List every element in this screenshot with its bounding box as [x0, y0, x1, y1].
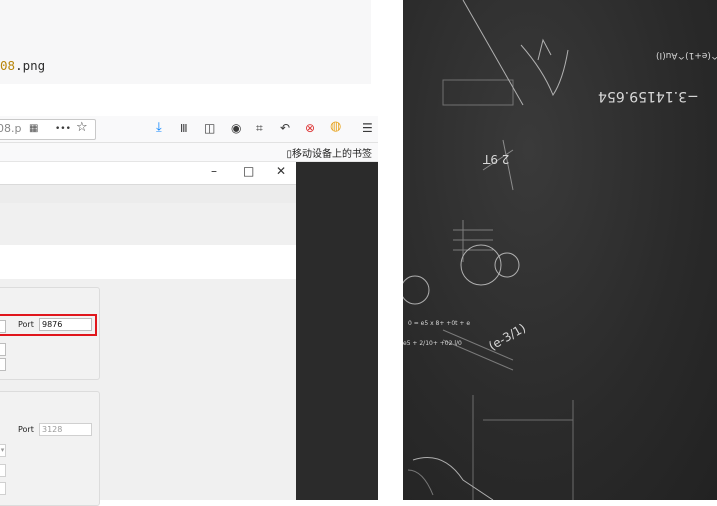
adblock-icon[interactable]: ⊗ — [305, 121, 315, 135]
mobile-bookmarks-link[interactable]: ▯移动设备上的书签 — [286, 145, 372, 160]
chalk-drawing — [403, 0, 574, 500]
code-extension: .png — [15, 58, 46, 73]
app-content-header — [0, 245, 296, 279]
url-text: 08.p — [0, 122, 22, 135]
proxy-settings-group: Port 9876 — [0, 287, 100, 380]
more-actions-icon[interactable]: ••• — [55, 122, 71, 136]
close-button[interactable]: ✕ — [276, 164, 286, 178]
dropdown-field[interactable]: ▾ — [0, 444, 6, 457]
download-icon[interactable]: ⤓ — [156, 121, 162, 135]
port-label: Port — [18, 425, 34, 434]
chalkboard-image: −3.14159.654 2^(e+1)^Au(I) 2 9T 0 = e5 x… — [403, 0, 717, 500]
qr-code-icon[interactable]: ▦ — [29, 122, 38, 136]
browser-toolbar: 08.p ▦ ••• ☆ ⤓ Ⅲ ◫ ◉ ⌗ ↶ ⊗ ◍ ☰ — [0, 116, 378, 143]
text-field[interactable] — [0, 482, 6, 495]
small-math: 2 9T — [483, 152, 510, 166]
math-line-1: 0 = e5 x 8+ +0t + e — [408, 320, 471, 327]
back-arrow-icon[interactable]: ↶ — [280, 121, 290, 135]
account-icon[interactable]: ◉ — [231, 121, 241, 135]
maximize-button[interactable]: □ — [243, 164, 254, 178]
code-number: 08 — [0, 58, 16, 73]
app-titlebar: – □ ✕ — [0, 162, 296, 185]
browser-window: 08.p ▦ ••• ☆ ⤓ Ⅲ ◫ ◉ ⌗ ↶ ⊗ ◍ ☰ ▯移动设备上的书签… — [0, 116, 378, 506]
pi-text: −3.14159.654 — [598, 88, 699, 104]
app-menu-band — [0, 185, 296, 203]
color-wheel-icon[interactable]: ◍ — [330, 120, 341, 134]
mobile-bookmarks-label: 移动设备上的书签 — [292, 149, 372, 160]
dark-side-panel — [296, 162, 378, 500]
crop-screenshot-icon[interactable]: ⌗ — [256, 121, 263, 135]
text-field[interactable] — [0, 358, 6, 371]
text-field[interactable] — [0, 343, 6, 356]
bookmarks-bar: ▯移动设备上的书签 — [0, 143, 378, 162]
sidebar-icon[interactable]: ◫ — [204, 121, 215, 135]
library-icon[interactable]: Ⅲ — [180, 122, 188, 136]
app-window: – □ ✕ Port 9876 Port 3128 ▾ — [0, 162, 296, 506]
port-input[interactable]: 9876 — [39, 318, 92, 331]
formula-top: 2^(e+1)^Au(I) — [656, 50, 717, 60]
bookmark-star-icon[interactable]: ☆ — [76, 121, 88, 135]
port-label: Port — [18, 320, 34, 329]
proxy-settings-group-2: Port 3128 ▾ — [0, 391, 100, 506]
text-field[interactable] — [0, 464, 6, 477]
math-line-2: e5 + 2/10+ +02 l/0 — [403, 340, 462, 347]
port-input-disabled[interactable]: 3128 — [39, 423, 92, 436]
chevron-down-icon: ▾ — [0, 446, 5, 454]
code-snippet-panel: 08.png — [0, 0, 371, 84]
menu-icon[interactable]: ☰ — [362, 121, 373, 135]
spacer — [0, 84, 371, 116]
code-snippet-line: 08.png — [0, 58, 45, 73]
minimize-button[interactable]: – — [211, 164, 217, 178]
